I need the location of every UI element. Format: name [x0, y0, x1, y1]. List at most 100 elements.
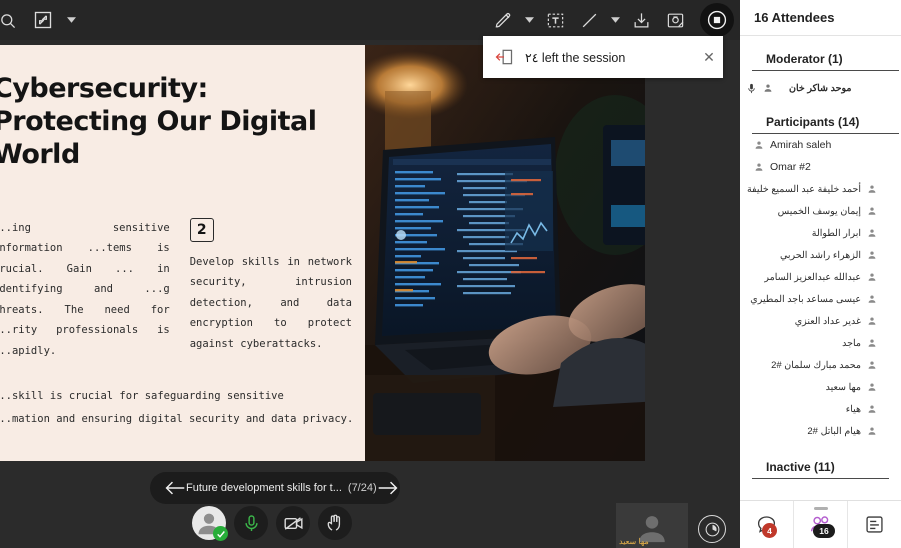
status-badge — [213, 526, 228, 541]
presentation-stage: Cybersecurity: Protecting Our Digital Wo… — [0, 0, 740, 548]
list-item-label: هياء — [845, 403, 861, 415]
slide-footer-line-2: ...mation and ensuring digital security … — [0, 413, 354, 426]
text-box-icon[interactable] — [540, 5, 570, 35]
moderator-section-title: Moderator (1) — [752, 48, 899, 71]
list-item[interactable]: Amirah saleh — [740, 134, 901, 156]
list-item[interactable]: ابرار الطوالة — [740, 222, 901, 244]
slide-step-number: 2 — [189, 217, 214, 242]
clock-icon[interactable] — [698, 515, 726, 543]
attendees-sidebar: 16 Attendees Moderator (1) موحد شاكر خان… — [740, 0, 901, 548]
slide-paragraph-1: ...ing sensitive information ...tems is … — [0, 221, 170, 357]
list-item-label: أحمد خليفة عبد السميع خليفة — [746, 183, 861, 195]
list-item-label: محمد مبارك سلمان #2 — [771, 359, 861, 371]
self-video-thumbnail[interactable]: مها سعيد — [616, 503, 688, 548]
list-item[interactable]: عيسى مساعد باجد المطيري — [740, 288, 901, 310]
camera-off-button[interactable] — [276, 506, 310, 540]
download-icon[interactable] — [626, 5, 656, 35]
list-item-label: Omar #2 — [770, 161, 811, 173]
slide-title: Cybersecurity: Protecting Our Digital Wo… — [0, 73, 317, 170]
list-item-label: هيام الباتل #2 — [807, 425, 861, 437]
arrow-right-icon[interactable] — [377, 480, 399, 496]
list-item-label: موحد شاكر خان — [789, 82, 852, 94]
microphone-button[interactable] — [234, 506, 268, 540]
attendees-header: 16 Attendees — [740, 0, 901, 36]
slide-counter: (7/24) — [347, 482, 377, 494]
slide-title-label: Future development skills for t... — [186, 482, 342, 494]
list-item-label: الزهراء راشد الحربي — [779, 249, 861, 261]
stop-record-icon[interactable] — [700, 3, 734, 37]
participants-list: Amirah saleh Omar #2 أحمد خليفة عبد السميع… — [740, 134, 901, 442]
toolbar-right-group — [488, 0, 734, 40]
slide-footer-text: ...skill is crucial for safeguarding sen… — [0, 385, 393, 431]
close-icon[interactable]: ✕ — [695, 49, 723, 66]
person-icon — [754, 140, 764, 150]
self-video-name: مها سعيد — [619, 537, 649, 546]
list-item[interactable]: موحد شاكر خان — [740, 77, 901, 99]
list-item-label: مها سعيد — [825, 381, 861, 393]
person-icon — [754, 162, 764, 172]
list-item-label: ماجد — [842, 337, 861, 349]
person-icon — [867, 404, 877, 414]
list-item[interactable]: هيام الباتل #2 — [740, 420, 901, 442]
person-icon — [867, 228, 877, 238]
chat-unread-badge: 4 — [762, 523, 777, 538]
moderator-section: Moderator (1) موحد شاكر خان — [740, 48, 901, 99]
person-icon — [867, 338, 877, 348]
tab-people[interactable]: 16 — [794, 501, 848, 548]
snapshot-icon[interactable] — [660, 5, 690, 35]
person-icon — [867, 184, 877, 194]
people-count-badge: 16 — [813, 524, 835, 538]
arrow-left-icon[interactable] — [164, 480, 186, 496]
notes-icon — [866, 516, 883, 533]
chevron-down-icon-line[interactable] — [608, 5, 622, 35]
list-item[interactable]: ماجد — [740, 332, 901, 354]
tab-notes[interactable] — [848, 501, 901, 548]
person-icon — [867, 294, 877, 304]
person-icon — [867, 272, 877, 282]
list-item[interactable]: أحمد خليفة عبد السميع خليفة — [740, 178, 901, 200]
inactive-section-title: Inactive (11) — [752, 456, 889, 479]
list-item[interactable]: مها سعيد — [740, 376, 901, 398]
list-item-label: غدير عداد العنزي — [794, 315, 861, 327]
toast-message: ٢٤ left the session — [525, 50, 626, 65]
person-icon — [867, 206, 877, 216]
line-icon[interactable] — [574, 5, 604, 35]
list-item[interactable]: محمد مبارك سلمان #2 — [740, 354, 901, 376]
slide-photo — [365, 45, 645, 461]
list-item-label: إيمان يوسف الخميس — [777, 205, 861, 217]
person-icon — [867, 426, 877, 436]
list-item[interactable]: هياء — [740, 398, 901, 420]
microphone-icon — [746, 83, 757, 94]
raise-hand-button[interactable] — [318, 506, 352, 540]
participants-section: Participants (14) Amirah saleh Omar #2 أحم… — [740, 111, 901, 442]
chevron-down-icon-zoom[interactable] — [64, 5, 78, 35]
tab-chat[interactable]: 4 — [740, 501, 794, 548]
list-item-label: Amirah saleh — [770, 139, 832, 151]
user-avatar-button[interactable] — [192, 506, 228, 541]
annotation-toolbar — [0, 0, 740, 40]
pencil-icon[interactable] — [488, 5, 518, 35]
list-item-label: عيسى مساعد باجد المطيري — [750, 293, 861, 305]
slide-canvas[interactable]: Cybersecurity: Protecting Our Digital Wo… — [0, 45, 645, 461]
person-icon — [763, 83, 773, 93]
slide-paragraph-2: Develop skills in network security, intr… — [189, 255, 352, 350]
list-item[interactable]: إيمان يوسف الخميس — [740, 200, 901, 222]
person-icon — [867, 250, 877, 260]
list-item[interactable]: غدير عداد العنزي — [740, 310, 901, 332]
list-item-label: عبدالله عبدالعزيز السامر — [764, 271, 861, 283]
search-icon[interactable] — [0, 5, 22, 35]
person-icon — [867, 382, 877, 392]
slide-footer-line-1: ...skill is crucial for safeguarding sen… — [0, 390, 284, 402]
list-item[interactable]: Omar #2 — [740, 156, 901, 178]
chevron-down-icon-pen[interactable] — [522, 5, 536, 35]
attendees-scroll-area[interactable]: Moderator (1) موحد شاكر خان Participants… — [740, 36, 901, 500]
list-item-label: ابرار الطوالة — [811, 227, 861, 239]
list-item[interactable]: الزهراء راشد الحربي — [740, 244, 901, 266]
fit-screen-icon[interactable] — [28, 5, 58, 35]
person-icon — [867, 316, 877, 326]
list-item[interactable]: عبدالله عبدالعزيز السامر — [740, 266, 901, 288]
person-icon — [867, 360, 877, 370]
sidebar-footer-tabs: 4 16 — [740, 500, 901, 548]
participants-section-title: Participants (14) — [752, 111, 899, 134]
slide-navigation-bar: Future development skills for t... (7/24… — [150, 472, 400, 504]
